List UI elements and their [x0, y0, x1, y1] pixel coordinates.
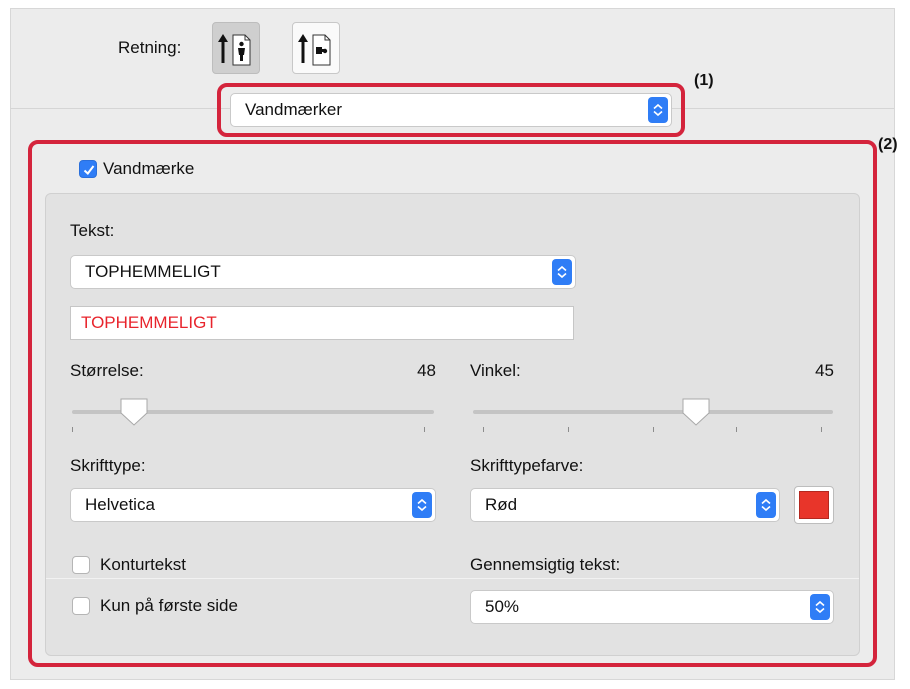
- select-stepper: [810, 594, 830, 620]
- select-stepper-icon: [653, 103, 663, 117]
- outline-text-checkbox[interactable]: [72, 556, 90, 574]
- first-page-only-label: Kun på første side: [100, 596, 238, 615]
- select-stepper-icon: [557, 265, 567, 279]
- group-divider: [46, 578, 859, 579]
- watermark-checkbox[interactable]: [79, 160, 97, 178]
- landscape-orientation-button[interactable]: [292, 22, 340, 74]
- slider-tick: [72, 427, 73, 432]
- select-stepper: [412, 492, 432, 518]
- portrait-orientation-button[interactable]: [212, 22, 260, 74]
- select-stepper-icon: [761, 498, 771, 512]
- panel-type-value: Vandmærker: [245, 100, 342, 119]
- slider-tick: [483, 427, 484, 432]
- size-value: 48: [417, 361, 436, 380]
- transparency-select[interactable]: 50%: [470, 590, 834, 624]
- angle-value: 45: [815, 361, 834, 380]
- watermark-text-value: TOPHEMMELIGT: [81, 313, 217, 332]
- landscape-orientation-icon: [298, 34, 331, 66]
- size-label: Størrelse:: [70, 361, 144, 380]
- slider-tick: [568, 427, 569, 432]
- angle-label: Vinkel:: [470, 361, 521, 380]
- first-page-only-checkbox[interactable]: [72, 597, 90, 615]
- watermark-checkbox-label: Vandmærke: [103, 159, 195, 178]
- font-label: Skrifttype:: [70, 456, 146, 475]
- callout-label-2: (2): [878, 136, 898, 153]
- font-color-swatch-fill: [799, 491, 829, 519]
- text-select-value: TOPHEMMELIGT: [85, 262, 221, 281]
- select-stepper: [756, 492, 776, 518]
- select-stepper-icon: [417, 498, 427, 512]
- select-stepper: [648, 97, 668, 123]
- slider-knob-icon[interactable]: [680, 397, 712, 427]
- panel-type-select[interactable]: Vandmærker: [230, 93, 672, 127]
- outline-text-label: Konturtekst: [100, 555, 186, 574]
- font-color-select[interactable]: Rød: [470, 488, 780, 522]
- text-label: Tekst:: [70, 221, 115, 240]
- select-stepper-icon: [815, 600, 825, 614]
- font-select[interactable]: Helvetica: [70, 488, 436, 522]
- callout-label-1: (1): [694, 72, 714, 89]
- font-select-value: Helvetica: [85, 495, 155, 514]
- orientation-label: Retning:: [118, 38, 182, 57]
- slider-knob-icon[interactable]: [118, 397, 150, 427]
- transparency-select-value: 50%: [485, 597, 520, 616]
- slider-tick: [821, 427, 822, 432]
- slider-tick: [424, 427, 425, 432]
- font-color-swatch[interactable]: [794, 486, 834, 524]
- checkmark-icon: [83, 165, 95, 175]
- angle-slider[interactable]: [473, 397, 833, 437]
- watermark-text-field[interactable]: TOPHEMMELIGT: [70, 306, 574, 340]
- select-stepper: [552, 259, 572, 285]
- text-select[interactable]: TOPHEMMELIGT: [70, 255, 576, 289]
- transparency-label: Gennemsigtig tekst:: [470, 555, 621, 574]
- slider-tick: [653, 427, 654, 432]
- portrait-orientation-icon: [218, 34, 251, 66]
- font-color-label: Skrifttypefarve:: [470, 456, 584, 475]
- slider-track: [473, 410, 833, 414]
- slider-tick: [736, 427, 737, 432]
- size-slider[interactable]: [72, 397, 434, 437]
- font-color-select-value: Rød: [485, 495, 518, 514]
